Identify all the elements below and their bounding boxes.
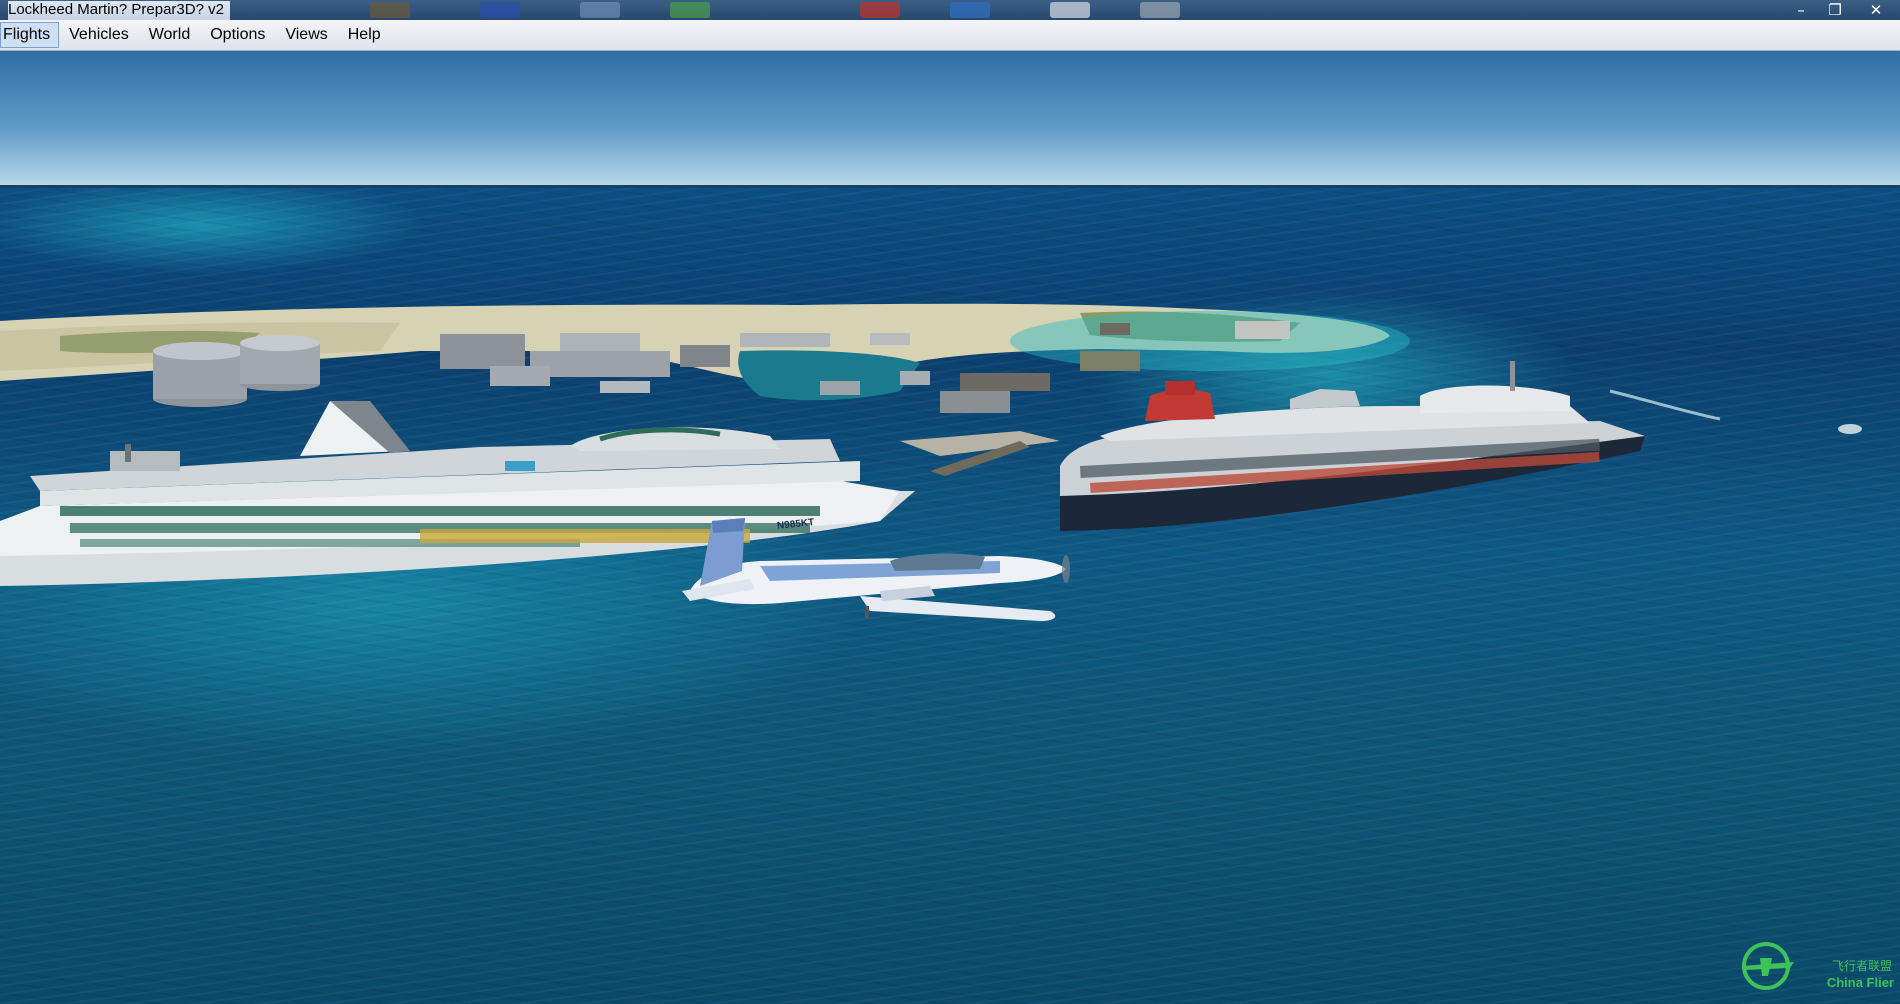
- simulator-viewport[interactable]: N985KT 飞行者联盟 China Flier: [0, 51, 1900, 1004]
- taskbar-app-icon[interactable]: [1140, 2, 1180, 18]
- taskbar-app-icon[interactable]: [860, 2, 900, 18]
- menu-world[interactable]: World: [139, 22, 201, 48]
- cruise-ship-left: [0, 401, 915, 586]
- taskbar-app-icon[interactable]: [670, 2, 710, 18]
- restore-icon[interactable]: ❐: [1818, 0, 1852, 20]
- menu-flights[interactable]: Flights: [0, 22, 60, 48]
- menu-views[interactable]: Views: [275, 22, 337, 48]
- menu-vehicles[interactable]: Vehicles: [59, 22, 139, 48]
- menu-bar: Flights Vehicles World Options Views Hel…: [0, 20, 1900, 51]
- window-title: Lockheed Martin? Prepar3D? v2: [8, 1, 230, 20]
- boat-wake: [1609, 389, 1721, 421]
- menu-help[interactable]: Help: [338, 22, 391, 48]
- taskbar-icon-strip: [220, 0, 1220, 20]
- title-bar: Lockheed Martin? Prepar3D? v2 – ❐ ✕: [0, 0, 1900, 20]
- minimize-icon[interactable]: –: [1784, 0, 1818, 20]
- aircraft: [682, 518, 1070, 621]
- taskbar-app-icon[interactable]: [480, 2, 520, 18]
- taskbar-app-icon[interactable]: [580, 2, 620, 18]
- small-boat: [1838, 424, 1862, 434]
- watermark-text-cn: 飞行者联盟: [1831, 959, 1892, 973]
- menu-options[interactable]: Options: [200, 22, 275, 48]
- fuel-tanks: [153, 335, 320, 407]
- taskbar-app-icon[interactable]: [950, 2, 990, 18]
- close-icon[interactable]: ✕: [1852, 0, 1900, 20]
- horizon-line: [0, 185, 1900, 188]
- taskbar-app-icon[interactable]: [1050, 2, 1090, 18]
- cruise-ship-right: [1060, 361, 1645, 531]
- window-controls: – ❐ ✕: [1784, 0, 1900, 20]
- scenery-graphics: [0, 185, 1900, 621]
- watermark-text-en: China Flier: [1826, 975, 1894, 990]
- taskbar-app-icon[interactable]: [370, 2, 410, 18]
- pier: [900, 431, 1060, 456]
